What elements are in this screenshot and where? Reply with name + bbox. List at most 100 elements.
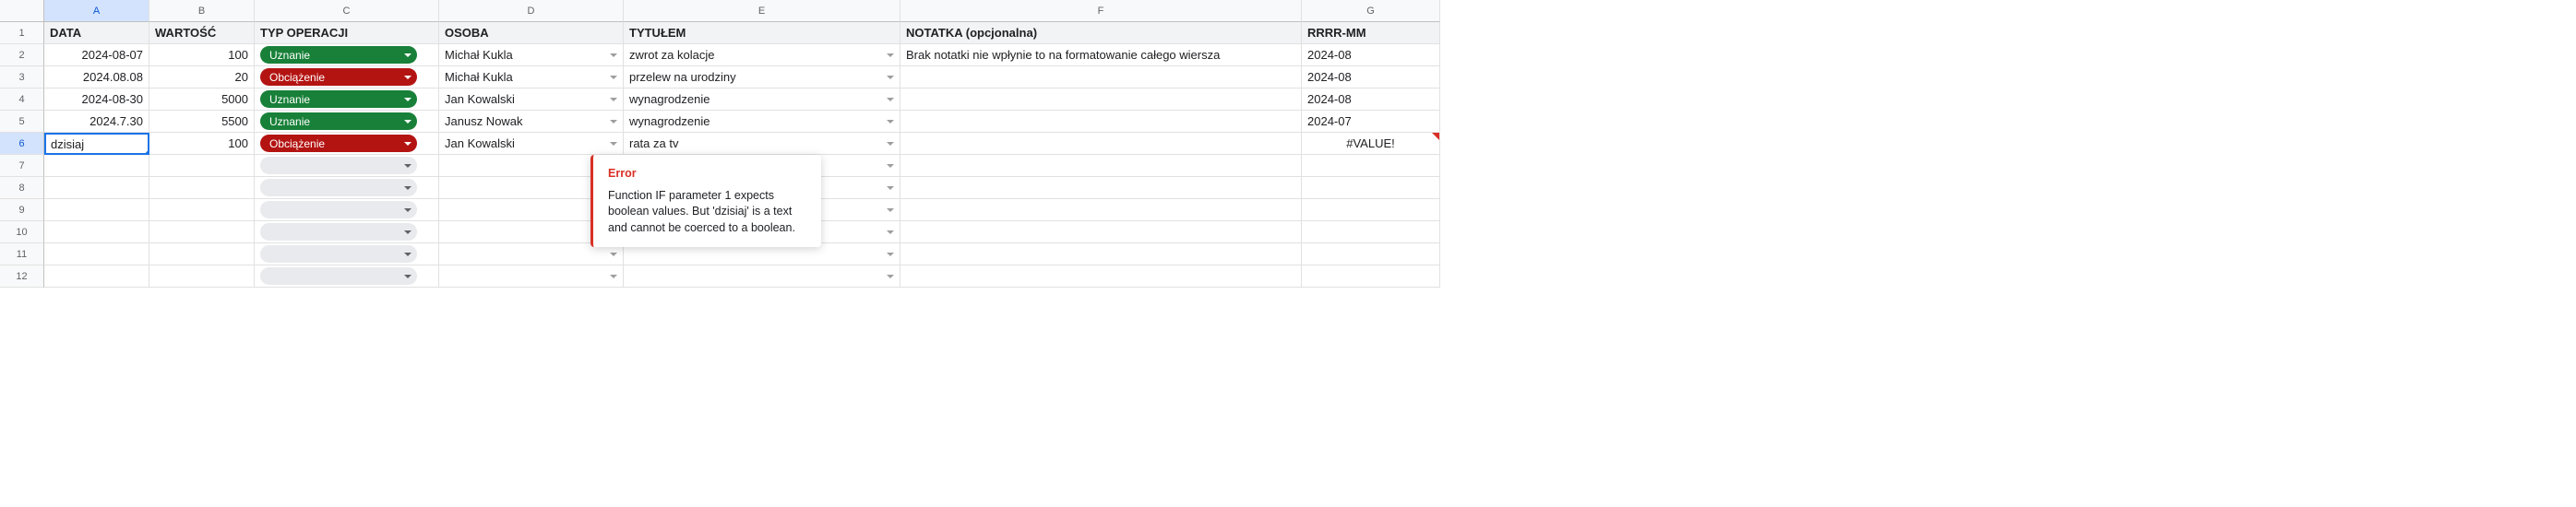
operation-pill-empty[interactable]: [260, 267, 417, 285]
dropdown-arrow-icon[interactable]: [887, 230, 894, 234]
cell-D2[interactable]: Michał Kukla: [439, 44, 624, 66]
operation-pill[interactable]: Uznanie: [260, 46, 417, 64]
row-header-1[interactable]: 1: [0, 22, 44, 44]
cell-B4[interactable]: 5000: [149, 88, 255, 111]
fill-handle[interactable]: [145, 150, 149, 155]
operation-pill-empty[interactable]: [260, 179, 417, 196]
cell-C2[interactable]: Uznanie: [255, 44, 439, 66]
cell-F2[interactable]: Brak notatki nie wpłynie to na formatowa…: [900, 44, 1302, 66]
column-header-C[interactable]: C: [255, 0, 439, 22]
dropdown-arrow-icon[interactable]: [610, 120, 617, 124]
column-header-D[interactable]: D: [439, 0, 624, 22]
cell-A3[interactable]: 2024.08.08: [44, 66, 149, 88]
row-header-4[interactable]: 4: [0, 88, 44, 111]
cell-G9[interactable]: [1302, 199, 1440, 221]
cell-F4[interactable]: [900, 88, 1302, 111]
cell-E4[interactable]: wynagrodzenie: [624, 88, 900, 111]
cell-B8[interactable]: [149, 177, 255, 199]
cell-C4[interactable]: Uznanie: [255, 88, 439, 111]
cell-B12[interactable]: [149, 265, 255, 288]
row-header-3[interactable]: 3: [0, 66, 44, 88]
cell-F6[interactable]: [900, 133, 1302, 155]
cell-B9[interactable]: [149, 199, 255, 221]
dropdown-arrow-icon[interactable]: [887, 275, 894, 278]
cell-C5[interactable]: Uznanie: [255, 111, 439, 133]
operation-pill[interactable]: Uznanie: [260, 90, 417, 108]
cell-G11[interactable]: [1302, 243, 1440, 265]
cell-A9[interactable]: [44, 199, 149, 221]
cell-D5[interactable]: Janusz Nowak: [439, 111, 624, 133]
cell-A7[interactable]: [44, 155, 149, 177]
cell-G2[interactable]: 2024-08: [1302, 44, 1440, 66]
cell-F3[interactable]: [900, 66, 1302, 88]
column-header-F[interactable]: F: [900, 0, 1302, 22]
column-header-A[interactable]: A: [44, 0, 149, 22]
cell-E6[interactable]: rata za tv: [624, 133, 900, 155]
row-header-10[interactable]: 10: [0, 221, 44, 243]
cell-E1[interactable]: TYTUŁEM: [624, 22, 900, 44]
cell-D12[interactable]: [439, 265, 624, 288]
cell-A1[interactable]: DATA: [44, 22, 149, 44]
cell-C12[interactable]: [255, 265, 439, 288]
row-header-12[interactable]: 12: [0, 265, 44, 288]
row-header-8[interactable]: 8: [0, 177, 44, 199]
operation-pill-empty[interactable]: [260, 201, 417, 218]
operation-pill-empty[interactable]: [260, 157, 417, 174]
cell-B2[interactable]: 100: [149, 44, 255, 66]
operation-pill[interactable]: Obciążenie: [260, 135, 417, 152]
cell-C10[interactable]: [255, 221, 439, 243]
cell-D4[interactable]: Jan Kowalski: [439, 88, 624, 111]
cell-D6[interactable]: Jan Kowalski: [439, 133, 624, 155]
cell-G5[interactable]: 2024-07: [1302, 111, 1440, 133]
column-header-G[interactable]: G: [1302, 0, 1440, 22]
cell-C3[interactable]: Obciążenie: [255, 66, 439, 88]
column-header-B[interactable]: B: [149, 0, 255, 22]
operation-pill[interactable]: Obciążenie: [260, 68, 417, 86]
dropdown-arrow-icon[interactable]: [887, 76, 894, 79]
cell-F11[interactable]: [900, 243, 1302, 265]
row-header-11[interactable]: 11: [0, 243, 44, 265]
cell-B6[interactable]: 100: [149, 133, 255, 155]
cell-C6[interactable]: Obciążenie: [255, 133, 439, 155]
dropdown-arrow-icon[interactable]: [610, 76, 617, 79]
row-header-7[interactable]: 7: [0, 155, 44, 177]
cell-B3[interactable]: 20: [149, 66, 255, 88]
cell-G10[interactable]: [1302, 221, 1440, 243]
operation-pill-empty[interactable]: [260, 223, 417, 241]
cell-C1[interactable]: TYP OPERACJI: [255, 22, 439, 44]
cell-A10[interactable]: [44, 221, 149, 243]
operation-pill[interactable]: Uznanie: [260, 112, 417, 130]
cell-D1[interactable]: OSOBA: [439, 22, 624, 44]
dropdown-arrow-icon[interactable]: [887, 98, 894, 101]
cell-B11[interactable]: [149, 243, 255, 265]
cell-F7[interactable]: [900, 155, 1302, 177]
cell-B7[interactable]: [149, 155, 255, 177]
column-header-E[interactable]: E: [624, 0, 900, 22]
dropdown-arrow-icon[interactable]: [887, 142, 894, 146]
select-all-corner[interactable]: [0, 0, 44, 22]
row-header-2[interactable]: 2: [0, 44, 44, 66]
dropdown-arrow-icon[interactable]: [887, 53, 894, 57]
cell-A2[interactable]: 2024-08-07: [44, 44, 149, 66]
cell-G7[interactable]: [1302, 155, 1440, 177]
cell-C8[interactable]: [255, 177, 439, 199]
dropdown-arrow-icon[interactable]: [887, 120, 894, 124]
dropdown-arrow-icon[interactable]: [610, 53, 617, 57]
cell-E3[interactable]: przelew na urodziny: [624, 66, 900, 88]
dropdown-arrow-icon[interactable]: [610, 142, 617, 146]
cell-E12[interactable]: [624, 265, 900, 288]
cell-C11[interactable]: [255, 243, 439, 265]
cell-A8[interactable]: [44, 177, 149, 199]
cell-E5[interactable]: wynagrodzenie: [624, 111, 900, 133]
cell-G6[interactable]: #VALUE!: [1302, 133, 1440, 155]
cell-A4[interactable]: 2024-08-30: [44, 88, 149, 111]
cell-G8[interactable]: [1302, 177, 1440, 199]
cell-D3[interactable]: Michał Kukla: [439, 66, 624, 88]
dropdown-arrow-icon[interactable]: [610, 98, 617, 101]
row-header-5[interactable]: 5: [0, 111, 44, 133]
dropdown-arrow-icon[interactable]: [887, 253, 894, 256]
dropdown-arrow-icon[interactable]: [610, 275, 617, 278]
cell-C7[interactable]: [255, 155, 439, 177]
row-header-6[interactable]: 6: [0, 133, 44, 155]
cell-G1[interactable]: RRRR-MM: [1302, 22, 1440, 44]
